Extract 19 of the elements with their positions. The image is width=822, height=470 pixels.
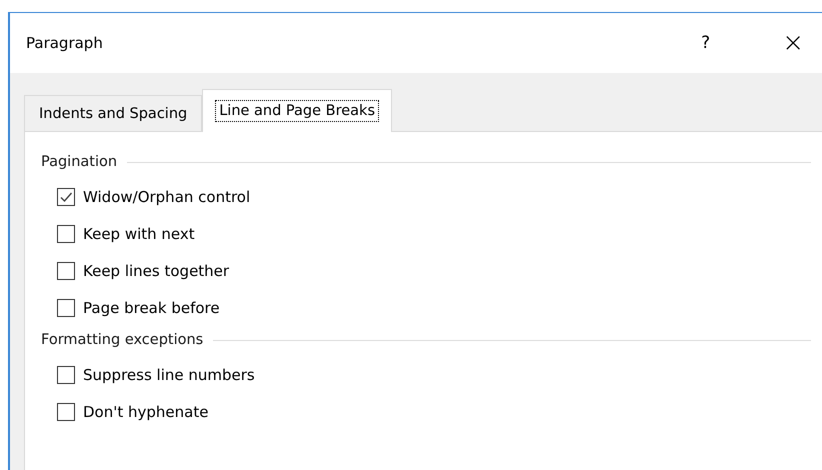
help-button[interactable]: ? (701, 33, 710, 53)
section-heading: Pagination (41, 154, 118, 170)
checkbox-label[interactable]: Keep lines together (83, 262, 230, 280)
checkbox-label[interactable]: Don't hyphenate (83, 402, 208, 420)
checkbox-label[interactable]: Widow/Orphan control (83, 188, 250, 206)
checkbox[interactable] (57, 298, 75, 316)
tab[interactable]: Line and Page Breaks (202, 89, 392, 132)
checkbox-label[interactable]: Page break before (83, 298, 220, 316)
window-title: Paragraph (26, 34, 104, 52)
tab[interactable]: Indents and Spacing (24, 95, 202, 131)
checkbox-label[interactable]: Suppress line numbers (83, 366, 255, 384)
checkbox[interactable] (57, 366, 75, 384)
section-heading: Formatting exceptions (41, 332, 204, 348)
checkbox[interactable] (57, 224, 75, 242)
checkbox[interactable] (57, 262, 75, 280)
checkbox-label[interactable]: Keep with next (83, 224, 195, 242)
checkbox[interactable] (57, 188, 75, 206)
checkbox[interactable] (57, 402, 75, 420)
close-button[interactable]: × (782, 28, 804, 58)
